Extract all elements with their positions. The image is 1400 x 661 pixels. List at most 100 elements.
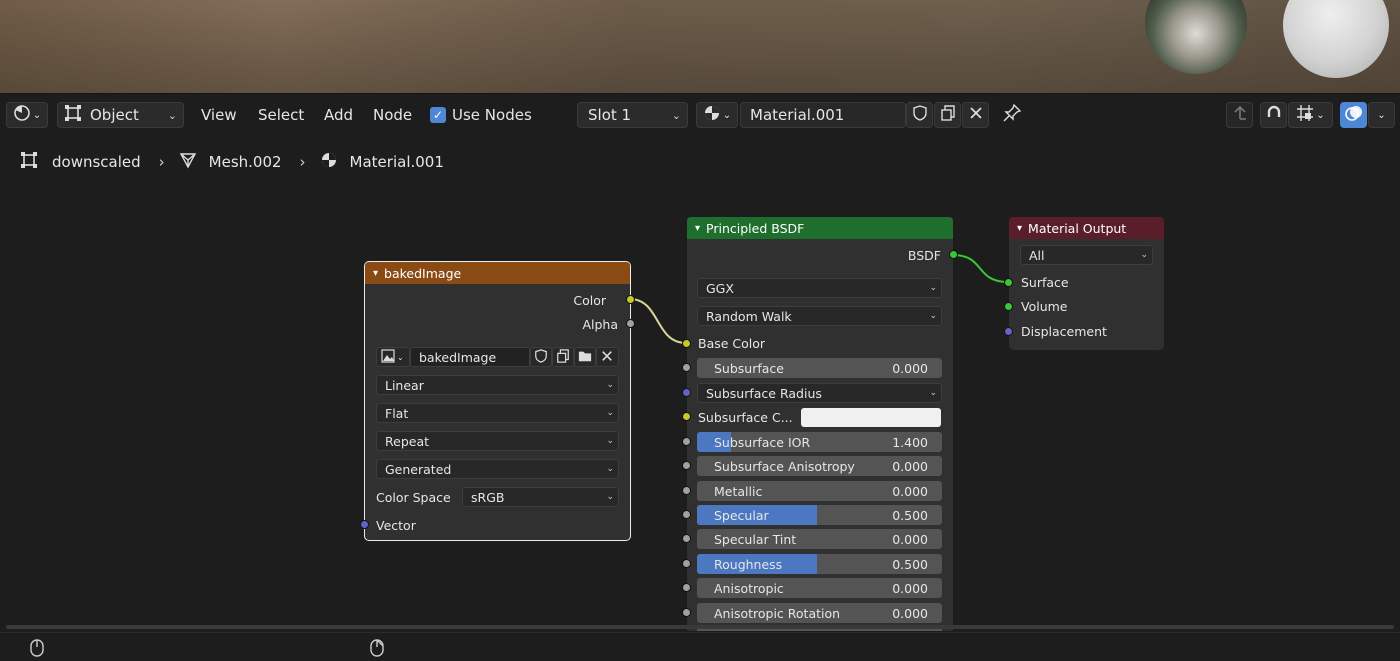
slider-specular-tint[interactable]: Specular Tint 0.000 (697, 529, 942, 549)
image-browse-button[interactable]: ⌄ (376, 347, 410, 367)
socket-bsdf-output[interactable] (949, 250, 958, 259)
status-bar (0, 632, 1400, 657)
output-bsdf-label: BSDF (907, 247, 941, 263)
chevron-down-icon: ⌄ (929, 283, 937, 293)
output-target-select[interactable]: All ⌄ (1020, 245, 1153, 265)
socket-alpha-output[interactable] (626, 319, 635, 328)
image-name-field[interactable]: bakedImage (410, 347, 530, 367)
image-name: bakedImage (419, 349, 497, 365)
slider-label: Specular (714, 507, 769, 523)
chevron-down-icon: ⌄ (606, 380, 614, 390)
socket-volume-input[interactable] (1004, 302, 1013, 311)
chevron-down-icon: ⌄ (606, 408, 614, 418)
base-color-label: Base Color (698, 335, 766, 351)
close-icon (601, 350, 613, 365)
socket-specular-tint-input[interactable] (682, 534, 691, 543)
subsurface-radius-select[interactable]: Subsurface Radius ⌄ (697, 383, 942, 403)
principled-bsdf-node[interactable]: ▾ Principled BSDF BSDF GGX ⌄ Random Walk… (682, 217, 958, 631)
socket-subsurface-radius-input[interactable] (682, 388, 691, 397)
output-target-value: All (1029, 247, 1045, 263)
slider-subsurface-ior[interactable]: Subsurface IOR 1.400 (697, 432, 942, 452)
socket-color-output[interactable] (626, 295, 635, 304)
chevron-down-icon: ⌄ (606, 464, 614, 474)
interpolation-value: Linear (385, 377, 424, 393)
projection-value: Flat (385, 405, 409, 421)
node-header[interactable]: ▾ bakedImage (365, 262, 630, 284)
chevron-down-icon: ⌄ (606, 492, 614, 502)
chevron-down-icon: ⌄ (606, 436, 614, 446)
socket-subsurface-color-input[interactable] (682, 412, 691, 421)
node-header[interactable]: ▾ Principled BSDF (687, 217, 953, 239)
source-value: Generated (385, 461, 452, 477)
chevron-down-icon[interactable]: ▾ (373, 268, 378, 279)
slider-metallic[interactable]: Metallic 0.000 (697, 481, 942, 501)
socket-base-color-input[interactable] (682, 339, 691, 348)
slider-value: 0.000 (892, 580, 928, 596)
mouse-right-icon (370, 639, 384, 661)
slider-value: 0.500 (892, 507, 928, 523)
socket-vector-input[interactable] (360, 520, 369, 529)
slider-specular[interactable]: Specular 0.500 (697, 505, 942, 525)
output-alpha-label: Alpha (582, 316, 618, 332)
node-title: Material Output (1028, 220, 1127, 236)
subsurface-method-value: Random Walk (706, 308, 792, 324)
color-space-value: sRGB (471, 489, 505, 505)
socket-anisotropic-input[interactable] (682, 583, 691, 592)
socket-metallic-input[interactable] (682, 486, 691, 495)
open-image-button[interactable] (574, 347, 596, 367)
link-bsdf-to-surface (952, 254, 1009, 283)
interpolation-select[interactable]: Linear ⌄ (376, 375, 619, 395)
input-displacement-label: Displacement (1021, 323, 1107, 339)
image-icon (381, 348, 395, 366)
slider-label: Specular Tint (714, 531, 797, 547)
slider-label: Subsurface IOR (714, 434, 811, 450)
slider-label: Roughness (714, 556, 783, 572)
material-output-node[interactable]: ▾ Material Output All ⌄ Surface Volume D… (1004, 217, 1164, 350)
horizontal-scrollbar[interactable] (6, 625, 1394, 629)
slider-anisotropic-rotation[interactable]: Anisotropic Rotation 0.000 (697, 603, 942, 623)
image-texture-node[interactable]: ▾ bakedImage Color Alpha ⌄ bakedImage Li… (360, 261, 635, 541)
slider-subsurface-anisotropy[interactable]: Subsurface Anisotropy 0.000 (697, 456, 942, 476)
input-surface-label: Surface (1021, 274, 1069, 290)
subsurface-method-select[interactable]: Random Walk ⌄ (697, 306, 942, 326)
chevron-down-icon[interactable]: ▾ (1017, 223, 1022, 234)
chevron-down-icon: ⌄ (929, 311, 937, 321)
projection-select[interactable]: Flat ⌄ (376, 403, 619, 423)
unlink-image-button[interactable] (596, 347, 619, 367)
slider-value: 0.500 (892, 556, 928, 572)
input-volume-label: Volume (1021, 298, 1068, 314)
color-space-label: Color Space (376, 489, 451, 505)
subsurface-radius-value: Subsurface Radius (706, 385, 822, 401)
color-space-select[interactable]: sRGB ⌄ (462, 487, 619, 507)
socket-anisotropic-rotation-input[interactable] (682, 608, 691, 617)
duplicate-image-button[interactable] (552, 347, 574, 367)
socket-displacement-input[interactable] (1004, 327, 1013, 336)
chevron-down-icon: ⌄ (397, 352, 404, 362)
extension-select[interactable]: Repeat ⌄ (376, 431, 619, 451)
slider-anisotropic[interactable]: Anisotropic 0.000 (697, 578, 942, 598)
socket-roughness-input[interactable] (682, 559, 691, 568)
chevron-down-icon: ⌄ (929, 388, 937, 398)
fake-user-button[interactable] (530, 347, 552, 367)
chevron-down-icon: ⌄ (1140, 250, 1148, 260)
slider-roughness[interactable]: Roughness 0.500 (697, 554, 942, 574)
socket-subsurface-input[interactable] (682, 363, 691, 372)
distribution-select[interactable]: GGX ⌄ (697, 278, 942, 298)
socket-specular-input[interactable] (682, 510, 691, 519)
mouse-left-icon (30, 639, 44, 661)
folder-icon (578, 349, 592, 366)
slider-value: 0.000 (892, 605, 928, 621)
output-color-label: Color (573, 292, 606, 308)
socket-subsurface-ior-input[interactable] (682, 437, 691, 446)
extension-value: Repeat (385, 433, 430, 449)
subsurface-color-swatch[interactable] (801, 408, 941, 427)
chevron-down-icon[interactable]: ▾ (695, 223, 700, 234)
socket-surface-input[interactable] (1004, 278, 1013, 287)
slider-label: Subsurface (714, 360, 784, 376)
socket-subsurface-anisotropy-input[interactable] (682, 461, 691, 470)
source-select[interactable]: Generated ⌄ (376, 459, 619, 479)
node-header[interactable]: ▾ Material Output (1009, 217, 1164, 239)
slider-subsurface[interactable]: Subsurface 0.000 (697, 358, 942, 378)
node-title: Principled BSDF (706, 220, 805, 236)
slider-value: 1.400 (892, 434, 928, 450)
